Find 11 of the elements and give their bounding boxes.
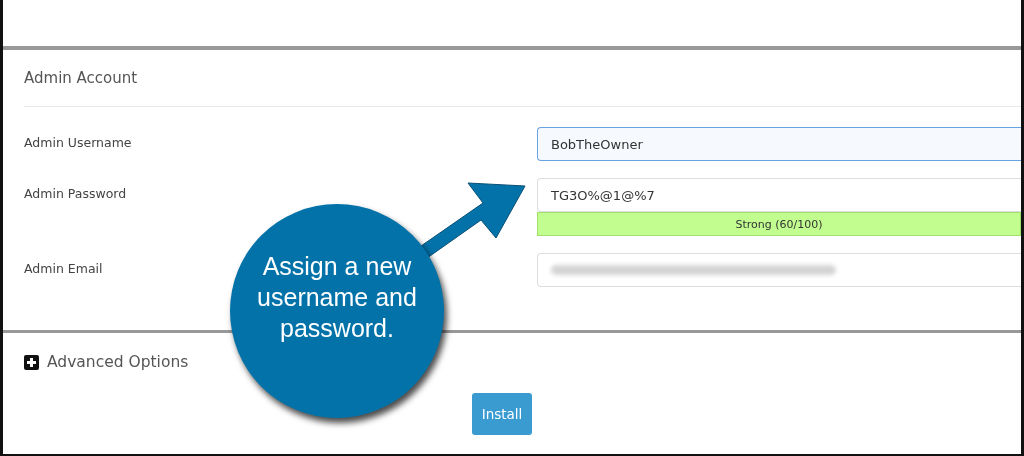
input-field[interactable]: BobTheOwner (537, 127, 1021, 161)
callout-bubble: Assign a new username and password. (230, 204, 444, 418)
field-label: Admin Email (24, 261, 103, 276)
strength-label: Strong (60/100) (735, 217, 823, 231)
field-label: Admin Username (24, 135, 132, 150)
field-label: Admin Password (24, 186, 127, 201)
input-field[interactable] (537, 253, 1021, 287)
section-title: Admin Account (24, 68, 139, 89)
plus-icon[interactable] (24, 354, 39, 370)
advanced-options-toggle[interactable]: Advanced Options (47, 353, 189, 371)
input-field[interactable]: TG3O%@1@%7 (537, 178, 1021, 212)
